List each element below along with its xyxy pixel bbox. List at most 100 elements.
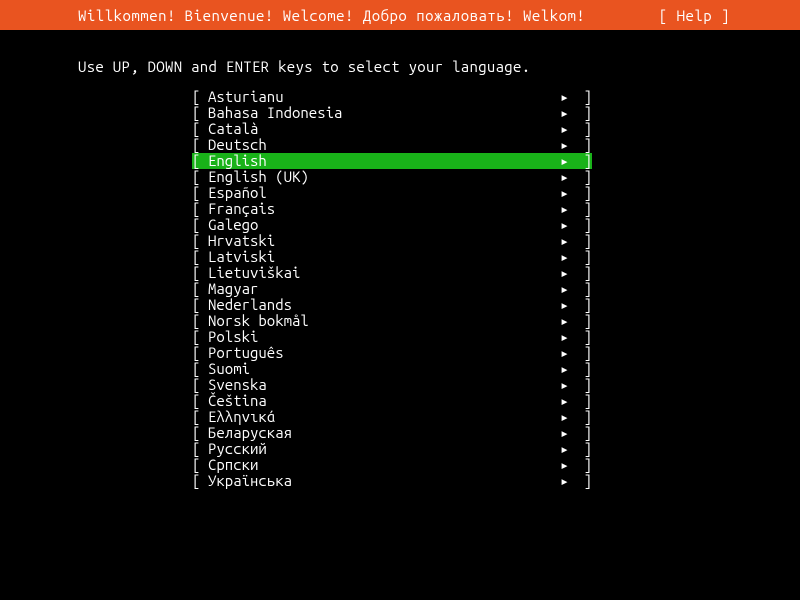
submenu-arrow-icon: ▸ (560, 265, 576, 281)
language-item[interactable]: [ Deutsch▸ ] (192, 137, 592, 153)
submenu-arrow-icon: ▸ (560, 361, 576, 377)
bracket-right: ] (576, 217, 592, 233)
bracket-left: [ (192, 249, 208, 265)
language-item[interactable]: [ Suomi▸ ] (192, 361, 592, 377)
bracket-right: ] (576, 249, 592, 265)
submenu-arrow-icon: ▸ (560, 185, 576, 201)
bracket-left: [ (192, 105, 208, 121)
bracket-left: [ (192, 217, 208, 233)
submenu-arrow-icon: ▸ (560, 169, 576, 185)
bracket-left: [ (192, 441, 208, 457)
language-name: English (208, 153, 560, 169)
language-item[interactable]: [ Asturianu▸ ] (192, 89, 592, 105)
language-name: Suomi (208, 361, 560, 377)
bracket-left: [ (192, 201, 208, 217)
language-name: Русский (208, 441, 560, 457)
language-name: Latviski (208, 249, 560, 265)
language-name: Asturianu (208, 89, 560, 105)
bracket-right: ] (576, 137, 592, 153)
submenu-arrow-icon: ▸ (560, 473, 576, 489)
language-item[interactable]: [ Galego▸ ] (192, 217, 592, 233)
language-name: Hrvatski (208, 233, 560, 249)
language-item[interactable]: [ Čeština▸ ] (192, 393, 592, 409)
bracket-right: ] (576, 265, 592, 281)
submenu-arrow-icon: ▸ (560, 377, 576, 393)
submenu-arrow-icon: ▸ (560, 121, 576, 137)
bracket-left: [ (192, 457, 208, 473)
bracket-right: ] (576, 121, 592, 137)
language-name: English (UK) (208, 169, 560, 185)
submenu-arrow-icon: ▸ (560, 425, 576, 441)
language-item[interactable]: [ Русский▸ ] (192, 441, 592, 457)
language-name: Deutsch (208, 137, 560, 153)
language-name: Español (208, 185, 560, 201)
bracket-right: ] (576, 297, 592, 313)
bracket-left: [ (192, 89, 208, 105)
language-name: Lietuviškai (208, 265, 560, 281)
language-name: Беларуская (208, 425, 560, 441)
bracket-left: [ (192, 409, 208, 425)
language-item[interactable]: [ Svenska▸ ] (192, 377, 592, 393)
bracket-right: ] (576, 153, 592, 169)
language-item[interactable]: [ Беларуская▸ ] (192, 425, 592, 441)
bracket-left: [ (192, 297, 208, 313)
submenu-arrow-icon: ▸ (560, 393, 576, 409)
submenu-arrow-icon: ▸ (560, 249, 576, 265)
submenu-arrow-icon: ▸ (560, 217, 576, 233)
bracket-right: ] (576, 409, 592, 425)
bracket-left: [ (192, 377, 208, 393)
submenu-arrow-icon: ▸ (560, 329, 576, 345)
language-item[interactable]: [ Српски▸ ] (192, 457, 592, 473)
language-name: Čeština (208, 393, 560, 409)
language-name: Català (208, 121, 560, 137)
welcome-title: Willkommen! Bienvenue! Welcome! Добро по… (8, 7, 585, 24)
language-item[interactable]: [ Português▸ ] (192, 345, 592, 361)
language-item[interactable]: [ Español▸ ] (192, 185, 592, 201)
language-item[interactable]: [ Hrvatski▸ ] (192, 233, 592, 249)
bracket-left: [ (192, 169, 208, 185)
bracket-right: ] (576, 345, 592, 361)
submenu-arrow-icon: ▸ (560, 281, 576, 297)
bracket-right: ] (576, 361, 592, 377)
language-name: Bahasa Indonesia (208, 105, 560, 121)
submenu-arrow-icon: ▸ (560, 153, 576, 169)
bracket-left: [ (192, 393, 208, 409)
language-item[interactable]: [ Lietuviškai▸ ] (192, 265, 592, 281)
language-name: Polski (208, 329, 560, 345)
bracket-left: [ (192, 329, 208, 345)
language-item[interactable]: [ Українська▸ ] (192, 473, 592, 489)
language-item[interactable]: [ English▸ ] (192, 153, 592, 169)
language-item[interactable]: [ Norsk bokmål▸ ] (192, 313, 592, 329)
language-item[interactable]: [ Català▸ ] (192, 121, 592, 137)
language-item[interactable]: [ Magyar▸ ] (192, 281, 592, 297)
language-name: Galego (208, 217, 560, 233)
language-item[interactable]: [ Bahasa Indonesia▸ ] (192, 105, 592, 121)
bracket-left: [ (192, 265, 208, 281)
bracket-right: ] (576, 233, 592, 249)
language-item[interactable]: [ English (UK)▸ ] (192, 169, 592, 185)
language-item[interactable]: [ Polski▸ ] (192, 329, 592, 345)
bracket-right: ] (576, 169, 592, 185)
language-name: Nederlands (208, 297, 560, 313)
help-button[interactable]: [ Help ] (659, 7, 730, 24)
submenu-arrow-icon: ▸ (560, 137, 576, 153)
bracket-right: ] (576, 105, 592, 121)
language-name: Українська (208, 473, 560, 489)
bracket-right: ] (576, 313, 592, 329)
submenu-arrow-icon: ▸ (560, 233, 576, 249)
bracket-left: [ (192, 425, 208, 441)
submenu-arrow-icon: ▸ (560, 345, 576, 361)
bracket-right: ] (576, 377, 592, 393)
instruction-text: Use UP, DOWN and ENTER keys to select yo… (0, 30, 800, 75)
bracket-left: [ (192, 153, 208, 169)
language-item[interactable]: [ Français▸ ] (192, 201, 592, 217)
language-item[interactable]: [ Ελληνικά▸ ] (192, 409, 592, 425)
language-item[interactable]: [ Latviski▸ ] (192, 249, 592, 265)
language-name: Svenska (208, 377, 560, 393)
language-item[interactable]: [ Nederlands▸ ] (192, 297, 592, 313)
bracket-right: ] (576, 89, 592, 105)
bracket-left: [ (192, 281, 208, 297)
language-list: [ Asturianu▸ ][ Bahasa Indonesia▸ ][ Cat… (0, 89, 800, 489)
submenu-arrow-icon: ▸ (560, 201, 576, 217)
submenu-arrow-icon: ▸ (560, 441, 576, 457)
